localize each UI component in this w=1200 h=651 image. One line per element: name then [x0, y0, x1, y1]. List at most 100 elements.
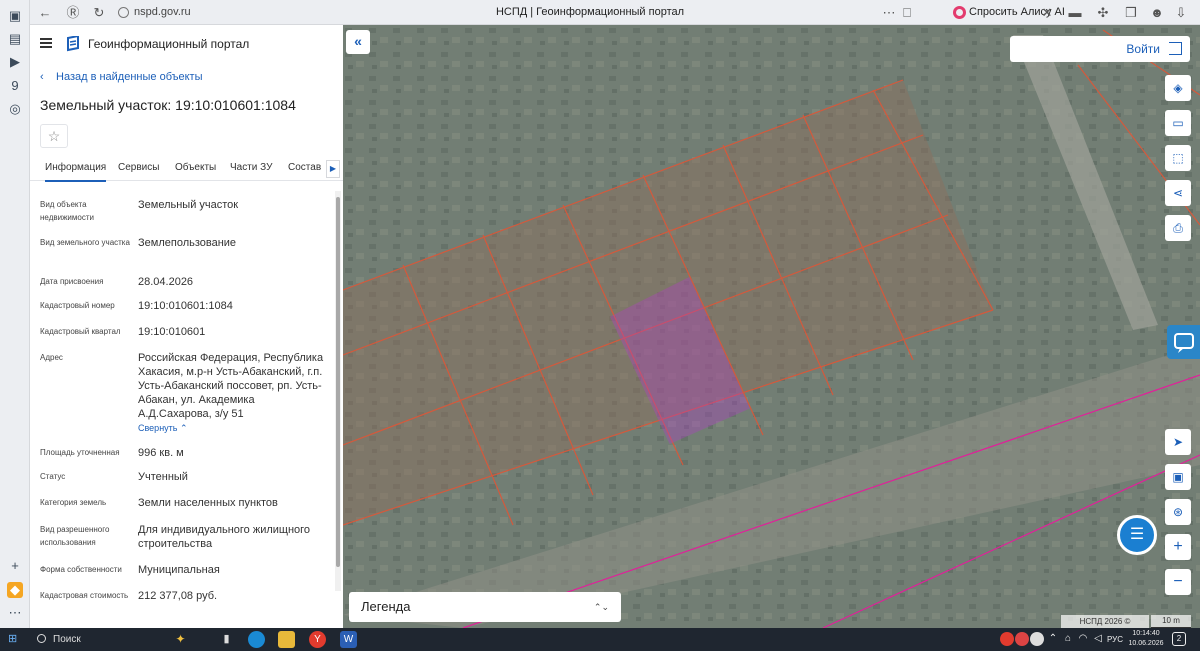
collections-icon[interactable]: ❒ — [1122, 4, 1140, 22]
bookmark-icon[interactable]: ⎕ — [898, 4, 916, 22]
object-tabs: Информация Сервисы Объекты Части ЗУ Сост… — [30, 155, 343, 182]
tray-network-icon[interactable]: ⌂ — [1061, 632, 1075, 646]
address-bar[interactable]: nspd.gov.ru — [114, 3, 294, 22]
task-view-icon[interactable]: ▮ — [218, 631, 235, 648]
map-view[interactable]: « Войти ◈ ▭ ⬚ ⋖ ⎙ ➤ ▣ ⊛ ☰ + − Легенда ⌃⌄… — [343, 25, 1200, 628]
zoom-out-button[interactable]: − — [1165, 569, 1191, 595]
sidebar-scrollbar[interactable] — [335, 191, 341, 591]
search-label: Поиск — [53, 634, 81, 645]
login-icon — [1169, 42, 1182, 55]
locate-icon: ➤ — [1172, 435, 1184, 449]
tray-app-icon-2[interactable] — [1030, 632, 1044, 646]
info-label: Дата присвоения — [40, 277, 104, 286]
print-icon: ⎙ — [1173, 221, 1183, 235]
copilot-icon[interactable]: ✦ — [172, 631, 189, 648]
ruler-button[interactable]: ▭ — [1165, 110, 1191, 136]
info-value: Землепользование — [138, 237, 237, 249]
url-text: nspd.gov.ru — [134, 6, 191, 18]
select-area-icon: ⬚ — [1172, 151, 1184, 165]
minimap-button[interactable]: ▣ — [1165, 464, 1191, 490]
back-icon[interactable]: ← — [36, 4, 54, 22]
notifications-icon[interactable]: 2 — [1172, 632, 1186, 646]
print-button[interactable]: ⎙ — [1165, 215, 1191, 241]
locate-button[interactable]: ➤ — [1165, 429, 1191, 455]
volume-icon[interactable]: ◁ — [1091, 632, 1105, 646]
tab-parts[interactable]: Части ЗУ — [230, 162, 272, 174]
browser-side-rail: ▣ ▤ ▶ 9 ◎ + ◆ ⋯ — [0, 0, 30, 628]
hamburger-menu-icon[interactable] — [40, 38, 52, 48]
login-button[interactable]: Войти — [1010, 36, 1190, 62]
chevron-left-icon: ‹ — [40, 71, 44, 83]
info-label: Кадастровый квартал — [40, 327, 121, 336]
info-label: Статус — [40, 472, 66, 481]
info-value: Для индивидуального жилищного строительс… — [138, 524, 311, 550]
info-label: Кадастровый номер — [40, 301, 115, 310]
sidebar-header: Геоинформационный портал — [30, 25, 343, 63]
alice-icon — [953, 6, 966, 19]
more-icon[interactable]: ⋯ — [7, 605, 23, 621]
wifi-icon[interactable]: ◠ — [1076, 632, 1090, 646]
favorite-button[interactable]: ☆ — [40, 124, 68, 148]
puzzle-icon[interactable]: ✣ — [1094, 4, 1112, 22]
extension-icon[interactable]: ✕ — [1038, 4, 1056, 22]
support-chat-button[interactable]: ☰ — [1117, 515, 1157, 555]
video-icon[interactable]: ▶ — [7, 54, 23, 70]
tab-objects[interactable]: Объекты — [175, 162, 216, 174]
downloads-icon[interactable]: ▬ — [1066, 4, 1084, 22]
tray-chevron-icon[interactable]: ⌃ — [1046, 632, 1060, 646]
share-button[interactable]: ⋖ — [1165, 180, 1191, 206]
yandex-browser-icon[interactable]: Y — [309, 631, 326, 648]
info-label: Площадь уточненная — [40, 448, 120, 457]
star-icon: ☆ — [47, 128, 61, 144]
windows-start-icon[interactable]: ⊞ — [8, 633, 21, 646]
geolocation-button[interactable]: ⊛ — [1165, 499, 1191, 525]
info-value: 19:10:010601 — [138, 326, 206, 338]
info-label: Адрес — [40, 353, 63, 362]
info-label: Кадастровая стоимость — [40, 591, 129, 600]
collapse-sidebar-button[interactable]: « — [346, 30, 370, 54]
messenger-icon[interactable]: ◎ — [7, 101, 23, 117]
download-arrow-icon[interactable]: ⇩ — [1172, 4, 1190, 22]
more-options-icon[interactable]: ⋯ — [880, 4, 898, 22]
nine-icon[interactable]: 9 — [7, 78, 23, 94]
legend-label: Легенда — [361, 599, 411, 614]
layers-button[interactable]: ◈ — [1165, 75, 1191, 101]
edge-icon[interactable] — [248, 631, 265, 648]
sort-icon: ⌃⌄ — [593, 602, 609, 612]
notes-icon[interactable]: ▤ — [7, 31, 23, 47]
legend-dropdown[interactable]: Легенда ⌃⌄ — [349, 592, 621, 622]
collapse-link[interactable]: Свернуть ⌃ — [138, 422, 188, 434]
ruler-icon: ▭ — [1172, 116, 1184, 130]
word-icon[interactable]: W — [340, 631, 357, 648]
scrollbar-thumb[interactable] — [336, 197, 340, 567]
tab-composition[interactable]: Состав — [288, 162, 321, 174]
taskbar-clock[interactable]: 10:14:40 10.06.2026 — [1128, 629, 1164, 649]
zoom-in-button[interactable]: + — [1165, 534, 1191, 560]
profile-icon[interactable]: ☻ — [1148, 4, 1166, 22]
app-icon[interactable]: ◆ — [7, 582, 23, 598]
tray-app-icon[interactable] — [1015, 632, 1029, 646]
page-title: НСПД | Геоинформационный портал — [495, 6, 685, 18]
site-info-icon[interactable] — [118, 7, 129, 18]
tab-services[interactable]: Сервисы — [118, 162, 159, 174]
info-list: Вид объекта недвижимости Земельный участ… — [30, 191, 335, 628]
windows-taskbar: ⊞ Поиск ✦ ▮ Y W ⌃ ⌂ ◠ ◁ РУС 10:14:40 10.… — [0, 628, 1200, 651]
reload-icon[interactable]: ↻ — [90, 4, 108, 22]
protect-icon[interactable]: Ⓡ — [64, 4, 82, 22]
select-area-button[interactable]: ⬚ — [1165, 145, 1191, 171]
tray-yandex-icon[interactable] — [1000, 632, 1014, 646]
tabs-icon[interactable]: ▣ — [7, 8, 23, 24]
login-label: Войти — [1126, 42, 1160, 56]
portal-logo-icon — [67, 36, 79, 52]
add-icon[interactable]: + — [7, 558, 23, 574]
app-name: Геоинформационный портал — [88, 37, 250, 51]
info-value: Земельный участок — [138, 199, 239, 211]
tab-information[interactable]: Информация — [45, 162, 107, 182]
side-panel-tab[interactable] — [1167, 325, 1200, 359]
file-explorer-icon[interactable] — [278, 631, 295, 648]
chat-bubble-icon — [1174, 333, 1194, 353]
back-to-results-link[interactable]: ‹ Назад в найденные объекты — [40, 70, 203, 84]
zoom-in-icon: + — [1173, 538, 1183, 555]
language-indicator[interactable]: РУС — [1107, 628, 1123, 651]
tabs-scroll-right-button[interactable]: ▶ — [326, 160, 340, 178]
